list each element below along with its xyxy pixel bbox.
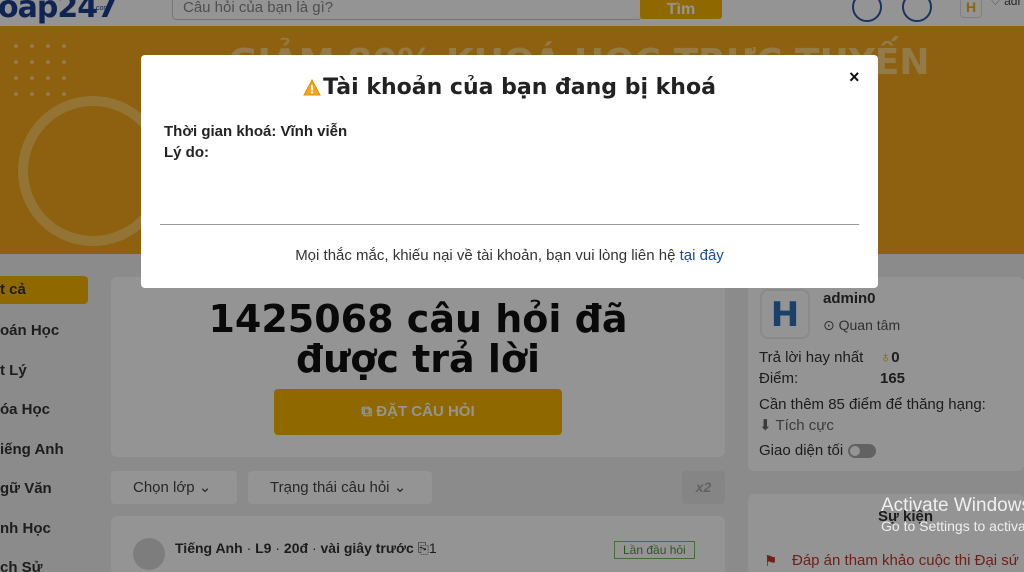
dialog-title-text: Tài khoản của bạn đang bị khoá bbox=[323, 75, 716, 100]
dialog-divider bbox=[160, 224, 859, 225]
windows-activation-watermark: Activate Windows bbox=[881, 495, 1024, 516]
lock-reason: Lý do: bbox=[164, 144, 209, 161]
dialog-title: Tài khoản của bạn đang bị khoá bbox=[141, 75, 878, 102]
lock-duration: Thời gian khoá: Vĩnh viễn bbox=[164, 123, 348, 140]
windows-activation-subtext: Go to Settings to activa bbox=[881, 518, 1024, 534]
dialog-footer: Mọi thắc mắc, khiếu nại về tài khoản, bạ… bbox=[141, 247, 878, 264]
dialog-footer-text: Mọi thắc mắc, khiếu nại về tài khoản, bạ… bbox=[295, 247, 676, 264]
close-icon[interactable]: × bbox=[849, 67, 860, 88]
contact-link[interactable]: tại đây bbox=[680, 247, 724, 264]
warning-icon bbox=[303, 77, 321, 102]
account-locked-dialog: Tài khoản của bạn đang bị khoá × Thời gi… bbox=[141, 55, 878, 288]
